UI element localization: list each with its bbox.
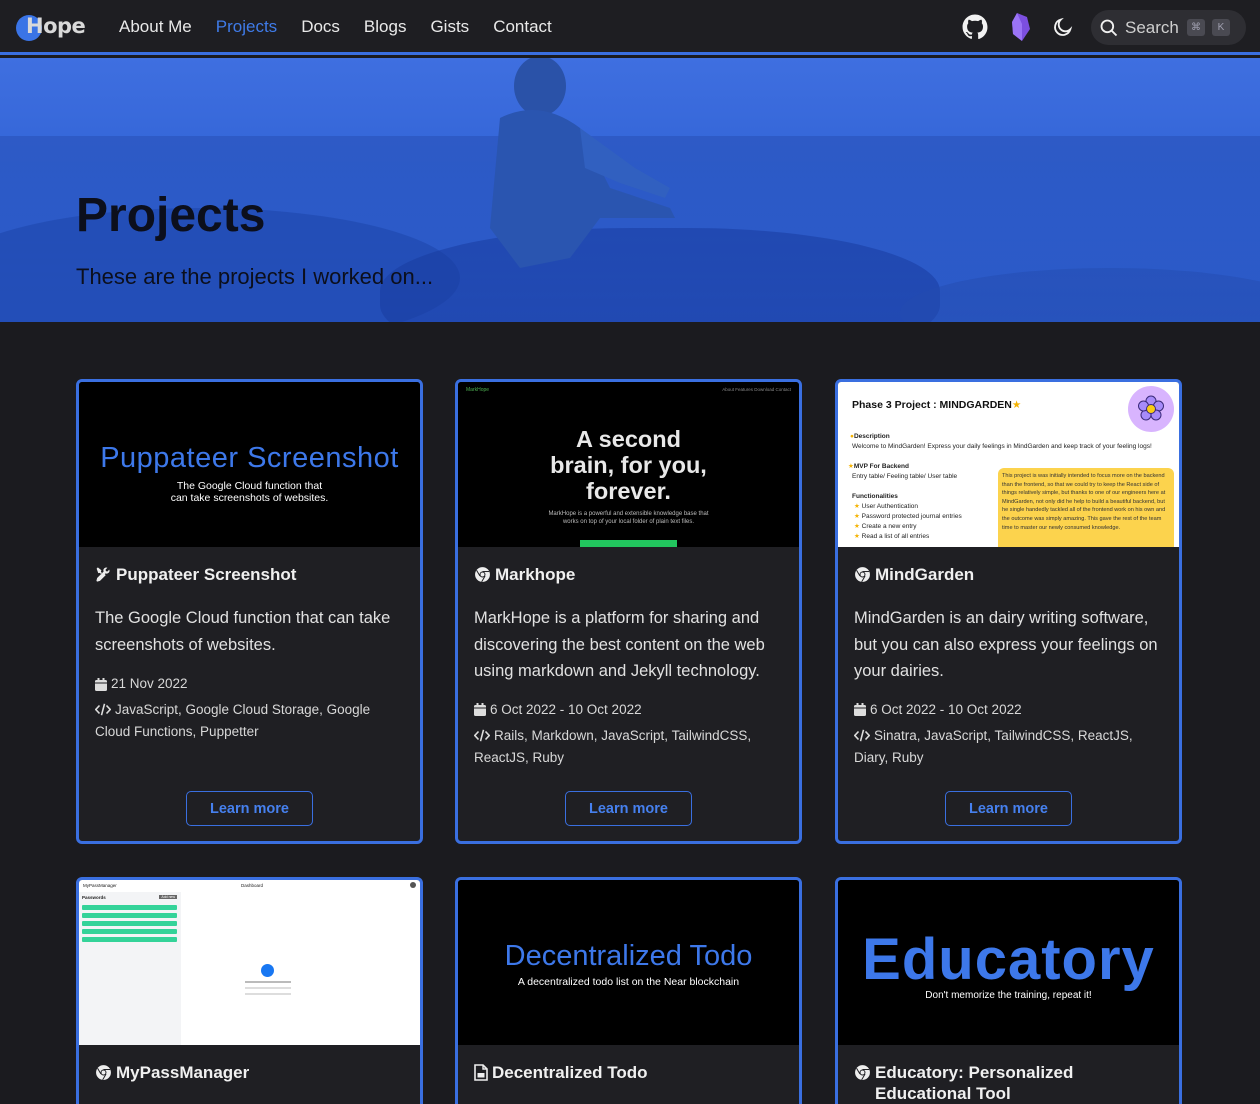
hero-banner: Projects These are the projects I worked… xyxy=(0,58,1260,322)
image-note: This project is was initially intended t… xyxy=(998,468,1174,547)
project-card-puppateer: Puppateer Screenshot The Google Cloud fu… xyxy=(76,379,423,844)
github-icon[interactable] xyxy=(961,13,989,41)
file-icon xyxy=(474,1064,488,1081)
brand-logo[interactable]: Hope xyxy=(16,13,86,43)
tools-icon xyxy=(96,567,112,582)
project-title[interactable]: Educatory: Personalized Educational Tool xyxy=(854,1062,1163,1104)
project-card-educatory: Educatory Don't memorize the training, r… xyxy=(835,877,1182,1104)
image-mvp-heading: ★MVP For Backend xyxy=(848,463,909,470)
project-image: Decentralized Todo A decentralized todo … xyxy=(458,880,799,1045)
project-image: Phase 3 Project : MINDGARDEN★ ●Descripti… xyxy=(838,382,1179,547)
obsidian-icon[interactable] xyxy=(1007,13,1035,41)
nav-item-about-me[interactable]: About Me xyxy=(119,16,192,38)
brand-name: Hope xyxy=(26,14,86,38)
project-card-markhope: MarkHope About Features Download Contact… xyxy=(455,379,802,844)
project-image: Puppateer Screenshot The Google Cloud fu… xyxy=(79,382,420,547)
project-title[interactable]: Puppateer Screenshot xyxy=(95,564,404,585)
image-func-item: ★ User Authentication xyxy=(854,503,919,510)
learn-more-button[interactable]: Learn more xyxy=(565,791,692,826)
image-nav-links: About Features Download Contact xyxy=(722,387,791,392)
calendar-icon xyxy=(474,703,486,716)
image-subtitle: A decentralized todo list on the Near bl… xyxy=(517,976,740,988)
project-tags: Sinatra, JavaScript, TailwindCSS, ReactJ… xyxy=(853,727,1133,765)
image-title: Decentralized Todo xyxy=(504,940,753,972)
image-nav-brand: MarkHope xyxy=(466,387,490,393)
chrome-icon xyxy=(855,567,870,583)
project-description: MarkHope is a platform for sharing and d… xyxy=(474,609,765,680)
chrome-icon xyxy=(855,1065,870,1081)
project-card-decentralized-todo: Decentralized Todo A decentralized todo … xyxy=(455,877,802,1104)
flower-icon xyxy=(1128,386,1174,432)
image-brand: MyPassManager xyxy=(83,883,117,888)
image-mvp-text: Entry table/ Feeling table/ User table xyxy=(852,473,958,480)
project-tags: Rails, Markdown, JavaScript, TailwindCSS… xyxy=(473,727,752,765)
image-desc-heading: ●Description xyxy=(850,433,890,440)
image-desc-text: Welcome to MindGarden! Express your dail… xyxy=(852,443,1152,450)
nav-links: About Me Projects Docs Blogs Gists Conta… xyxy=(119,16,576,38)
code-icon xyxy=(473,729,491,741)
nav-item-blogs[interactable]: Blogs xyxy=(364,16,407,38)
image-title: A second brain, for you, forever. xyxy=(550,426,707,504)
image-title: Puppateer Screenshot xyxy=(100,442,399,474)
search-input[interactable]: Search ⌘ K xyxy=(1091,10,1246,45)
image-detail-line xyxy=(245,993,291,995)
code-icon xyxy=(94,703,112,716)
page-subtitle: These are the projects I worked on... xyxy=(76,264,434,289)
project-title[interactable]: Markhope xyxy=(474,564,783,585)
image-func-item: ★ Read a list of all entries xyxy=(854,533,930,540)
chrome-icon xyxy=(475,567,490,583)
nav-item-docs[interactable]: Docs xyxy=(301,16,340,38)
image-header: Dashboard xyxy=(241,883,264,888)
project-image: Educatory Don't memorize the training, r… xyxy=(838,880,1179,1045)
project-title[interactable]: Decentralized Todo xyxy=(474,1062,783,1083)
project-description: MindGarden is an dairy writing software,… xyxy=(854,609,1158,680)
project-image: MyPassManager Dashboard Passwords Add ne… xyxy=(79,880,420,1045)
project-date: 6 Oct 2022 - 10 Oct 2022 xyxy=(854,699,1163,721)
project-title[interactable]: MindGarden xyxy=(854,564,1163,585)
image-subtitle: Don't memorize the training, repeat it! xyxy=(925,990,1092,1001)
nav-item-projects[interactable]: Projects xyxy=(216,16,277,38)
avatar xyxy=(410,882,416,888)
kbd-k: K xyxy=(1212,19,1230,36)
image-subtitle: MarkHope is a powerful and extensible kn… xyxy=(548,511,709,525)
calendar-icon xyxy=(854,703,866,716)
project-date: 21 Nov 2022 xyxy=(95,673,404,695)
project-image: MarkHope About Features Download Contact… xyxy=(458,382,799,547)
learn-more-button[interactable]: Learn more xyxy=(945,791,1072,826)
image-title: Educatory xyxy=(862,927,1155,992)
code-icon xyxy=(853,729,871,741)
project-description: The Google Cloud function that can take … xyxy=(95,609,391,654)
nav-item-gists[interactable]: Gists xyxy=(430,16,469,38)
learn-more-button[interactable]: Learn more xyxy=(186,791,313,826)
calendar-icon xyxy=(95,677,107,691)
navbar: Hope About Me Projects Docs Blogs Gists … xyxy=(0,0,1260,55)
image-func-item: ★ Create a new entry xyxy=(854,523,917,530)
project-card-mypassmanager: MyPassManager Dashboard Passwords Add ne… xyxy=(76,877,423,1104)
hero-person-silhouette xyxy=(490,58,675,268)
chrome-icon xyxy=(96,1065,111,1081)
kbd-cmd: ⌘ xyxy=(1187,19,1205,36)
project-title[interactable]: MyPassManager xyxy=(95,1062,404,1083)
search-icon xyxy=(1100,19,1118,36)
facebook-icon xyxy=(261,964,274,977)
project-card-mindgarden: Phase 3 Project : MINDGARDEN★ ●Descripti… xyxy=(835,379,1182,844)
project-date: 6 Oct 2022 - 10 Oct 2022 xyxy=(474,699,783,721)
image-sidebar: Passwords Add new xyxy=(79,892,181,1045)
image-func-heading: Functionalities xyxy=(852,493,898,500)
page-title: Projects xyxy=(76,189,266,242)
image-detail-line xyxy=(245,981,291,983)
image-detail-line xyxy=(245,987,291,989)
image-subtitle: The Google Cloud function that can take … xyxy=(170,480,329,504)
image-func-item: ★ Password protected journal entries xyxy=(854,513,962,520)
moon-icon[interactable] xyxy=(1049,13,1077,41)
image-title: Phase 3 Project : MINDGARDEN★ xyxy=(852,399,1022,411)
project-tags: JavaScript, Google Cloud Storage, Google… xyxy=(94,702,371,739)
search-placeholder: Search xyxy=(1125,17,1179,37)
image-cta xyxy=(580,540,677,547)
nav-item-contact[interactable]: Contact xyxy=(493,16,552,38)
